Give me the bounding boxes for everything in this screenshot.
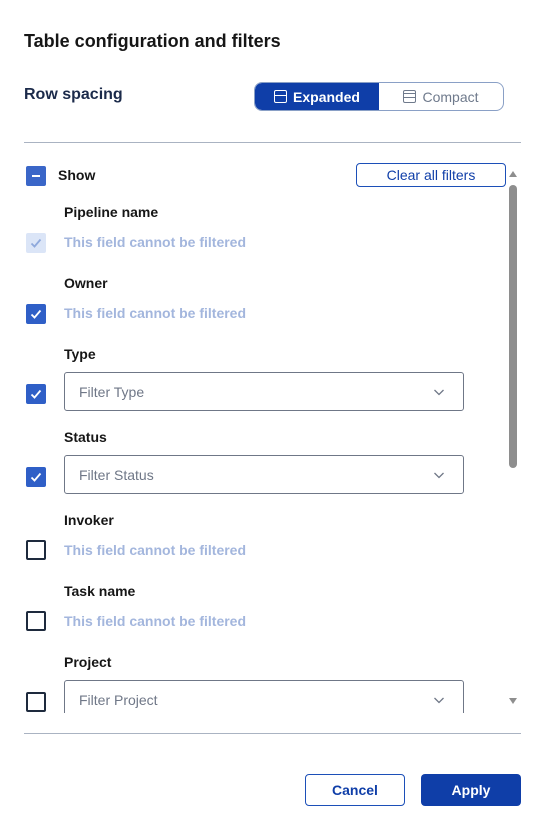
row-spacing-label: Row spacing	[24, 86, 123, 103]
list-scrollbar[interactable]	[506, 168, 520, 708]
rows-compact-icon	[403, 90, 417, 103]
chevron-down-icon	[434, 389, 444, 396]
row-spacing-toggle: Expanded Compact	[254, 82, 504, 111]
checkbox-type[interactable]	[26, 384, 46, 404]
no-filter-message: This field cannot be filtered	[64, 234, 247, 250]
filter-type-placeholder: Filter Type	[79, 383, 145, 400]
filter-status-select[interactable]: Filter Status	[64, 455, 464, 494]
no-filter-message: This field cannot be filtered	[64, 305, 247, 321]
clear-all-filters-button[interactable]: Clear all filters	[356, 163, 506, 187]
field-name-owner: Owner	[64, 275, 108, 291]
checkbox-invoker[interactable]	[26, 540, 46, 560]
show-all-checkbox[interactable]	[26, 166, 46, 186]
top-divider	[24, 142, 521, 143]
chevron-down-icon	[434, 697, 444, 704]
check-icon	[30, 389, 42, 399]
filter-project-select[interactable]: Filter Project	[64, 680, 464, 713]
check-icon	[30, 309, 42, 319]
field-name-pipeline-name: Pipeline name	[64, 204, 159, 220]
filter-project-placeholder: Filter Project	[79, 691, 158, 708]
scrollbar-thumb[interactable]	[509, 185, 517, 468]
field-name-invoker: Invoker	[64, 512, 114, 528]
expanded-option[interactable]: Expanded	[255, 83, 379, 110]
filter-type-select[interactable]: Filter Type	[64, 372, 464, 411]
rows-expanded-icon	[274, 90, 288, 103]
cancel-button[interactable]: Cancel	[305, 774, 405, 806]
apply-button[interactable]: Apply	[421, 774, 521, 806]
checkbox-pipeline-name	[26, 233, 46, 253]
expanded-option-label: Expanded	[293, 88, 360, 105]
dialog-title: Table configuration and filters	[24, 31, 281, 51]
scroll-up-arrow-icon[interactable]	[509, 171, 517, 177]
scroll-down-arrow-icon[interactable]	[509, 698, 517, 704]
filter-status-placeholder: Filter Status	[79, 466, 154, 483]
field-name-task-name: Task name	[64, 583, 136, 599]
no-filter-message: This field cannot be filtered	[64, 613, 247, 629]
field-name-status: Status	[64, 429, 107, 445]
compact-option-label: Compact	[422, 88, 479, 105]
check-icon	[30, 238, 42, 248]
checkbox-project[interactable]	[26, 692, 46, 712]
checkbox-owner[interactable]	[26, 304, 46, 324]
show-column-label: Show	[58, 167, 96, 183]
field-list: Show Clear all filters Pipeline name Thi…	[24, 160, 521, 713]
chevron-down-icon	[434, 472, 444, 479]
checkbox-task-name[interactable]	[26, 611, 46, 631]
field-name-project: Project	[64, 654, 112, 670]
bottom-divider	[24, 733, 521, 734]
field-name-type: Type	[64, 346, 96, 362]
check-icon	[30, 472, 42, 482]
minus-icon	[32, 175, 40, 177]
compact-option[interactable]: Compact	[379, 83, 503, 110]
checkbox-status[interactable]	[26, 467, 46, 487]
no-filter-message: This field cannot be filtered	[64, 542, 247, 558]
